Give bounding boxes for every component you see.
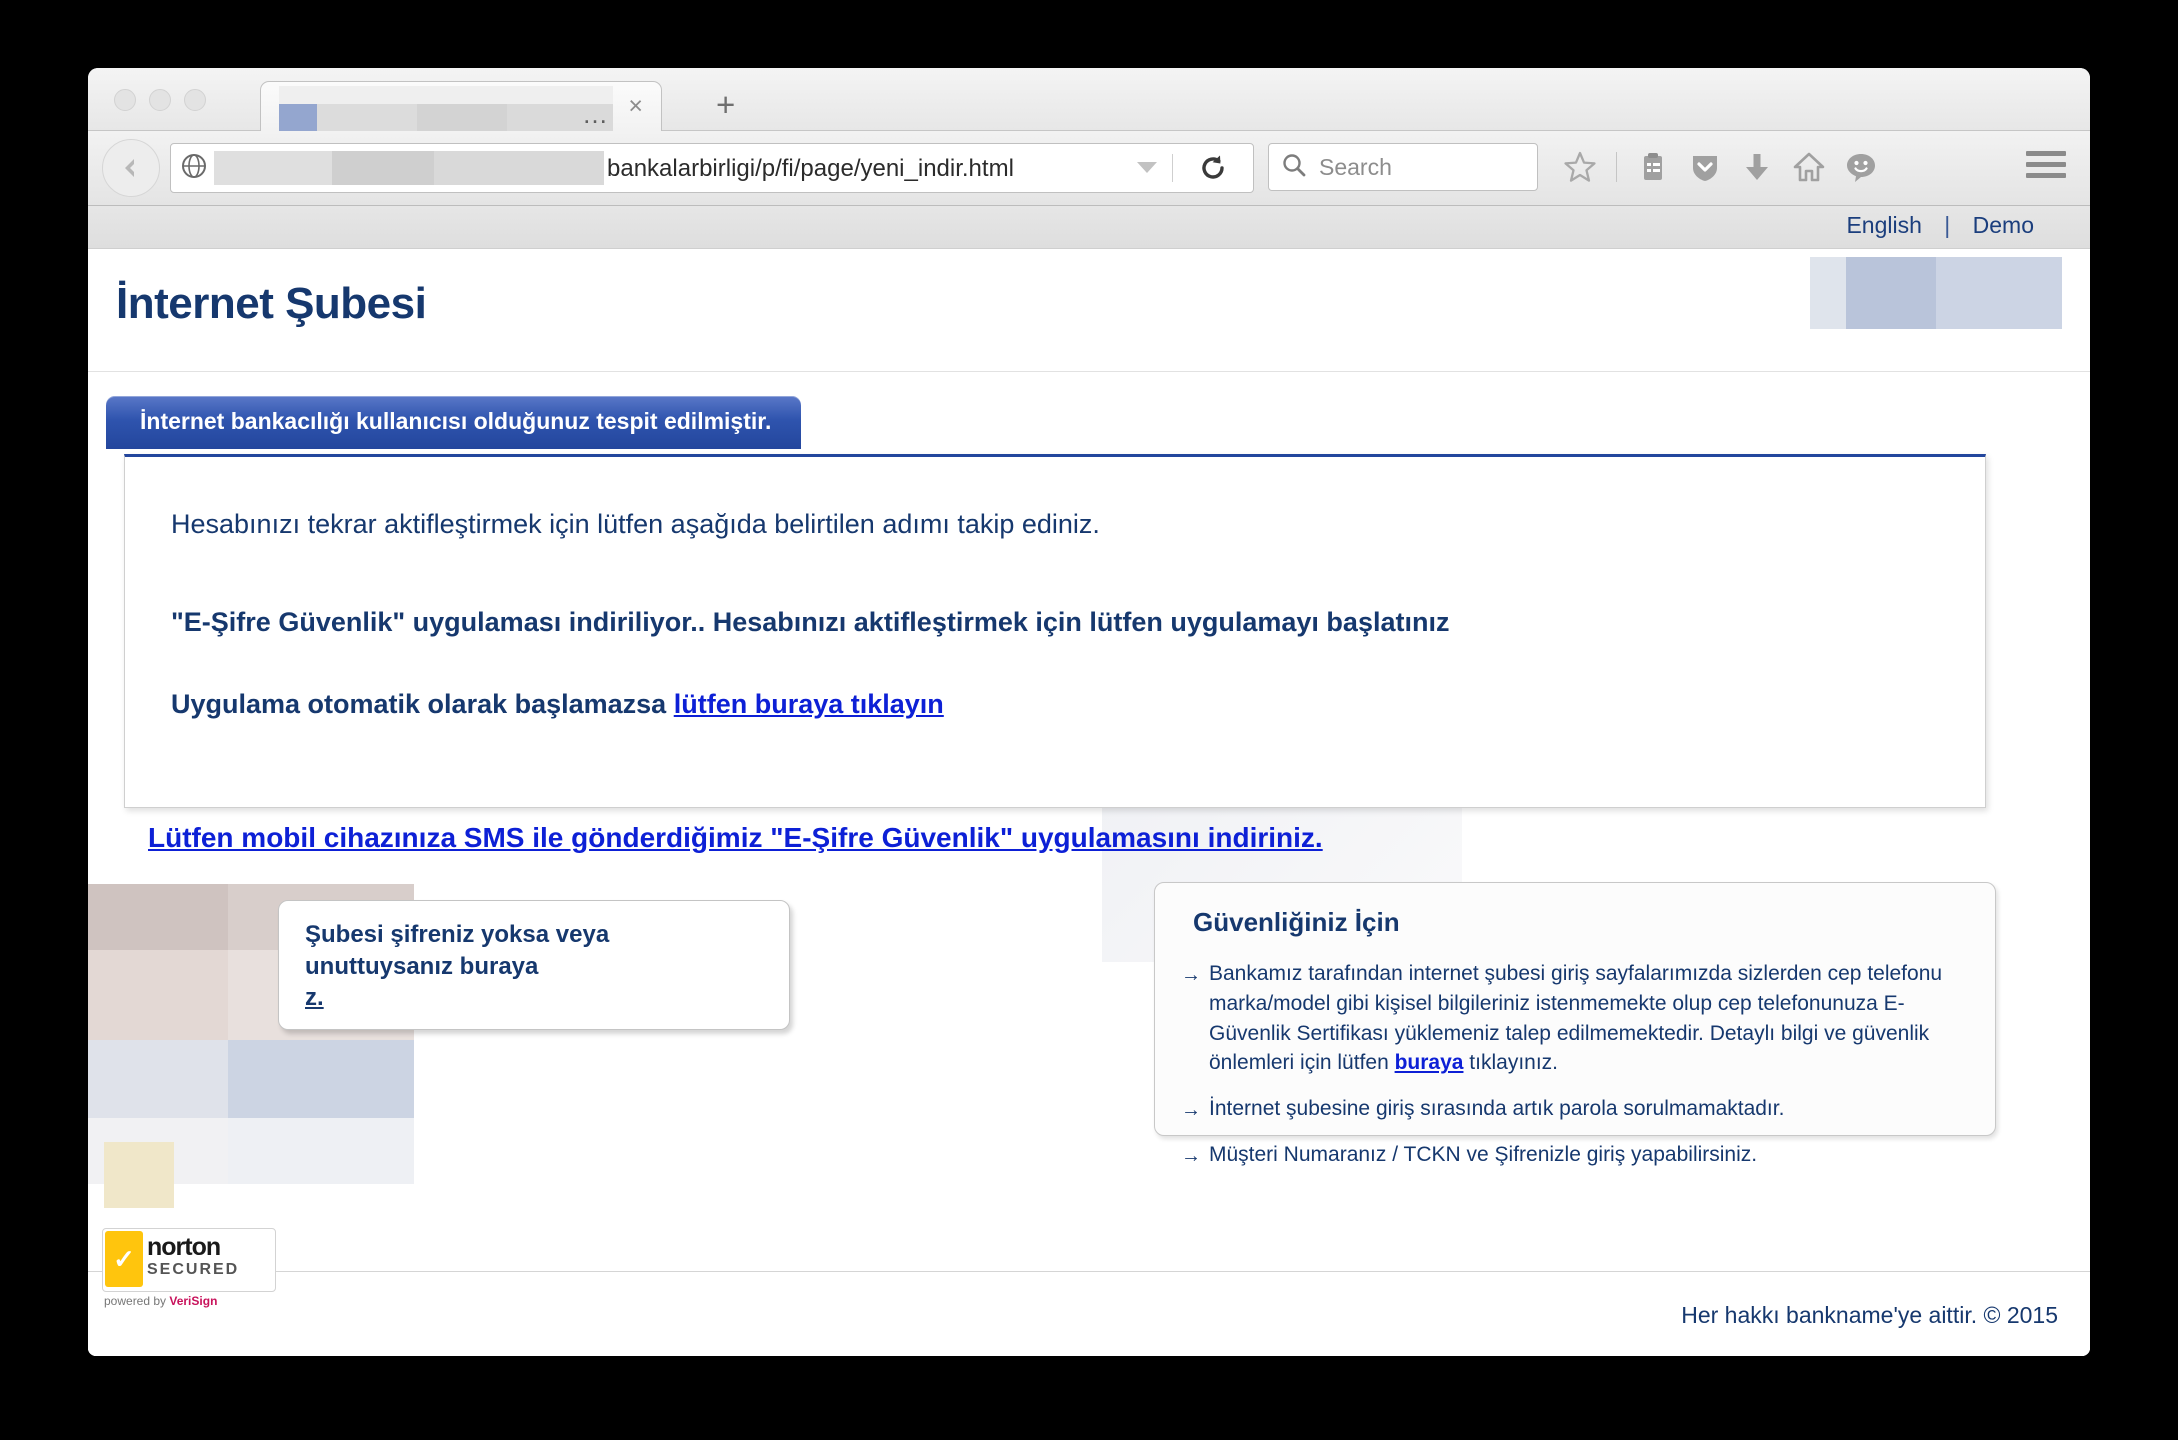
norton-secured-badge: ✓ norton SECURED powered by VeriSign: [102, 1228, 276, 1308]
search-placeholder: Search: [1319, 153, 1392, 180]
page-footer: ✓ norton SECURED powered by VeriSign Her…: [88, 1228, 2090, 1356]
bank-logo-redaction: [1810, 257, 2062, 329]
bullet-arrow-icon: →: [1181, 964, 1201, 986]
url-dropdown-icon[interactable]: [1137, 162, 1157, 173]
verisign-brand: VeriSign: [169, 1294, 218, 1308]
back-arrow-icon: [125, 159, 134, 177]
home-icon[interactable]: [1789, 147, 1829, 187]
password-help-line-2: unuttuysanız buraya: [305, 952, 539, 980]
manual-start-link[interactable]: lütfen buraya tıklayın: [674, 689, 944, 719]
norton-wordmark: norton: [147, 1233, 221, 1261]
page-viewport: English | Demo İnternet Şubesi İnternet …: [88, 206, 2090, 1356]
hamburger-menu-icon[interactable]: [2026, 151, 2066, 184]
navigation-toolbar: bankalarbirligi/p/fi/page/yeni_indir.htm…: [88, 131, 2090, 206]
brand-row: İnternet Şubesi: [88, 249, 2090, 372]
download-arrow-icon[interactable]: [1737, 147, 1777, 187]
pocket-shield-icon[interactable]: [1685, 147, 1725, 187]
english-link[interactable]: English: [1846, 212, 1921, 238]
password-help-callout[interactable]: Şubesi şifreniz yoksa veya unuttuysanız …: [278, 900, 790, 1030]
bullet-arrow-icon: →: [1181, 1145, 1201, 1168]
security-info-item: → İnternet şubesine giriş sırasında artı…: [1179, 1094, 1979, 1124]
tab-strip: … × +: [88, 68, 2090, 146]
copyright-text: Her hakkı bankname'ye aittir. © 2015: [1681, 1302, 2058, 1328]
url-bar[interactable]: bankalarbirligi/p/fi/page/yeni_indir.htm…: [170, 143, 1254, 193]
minimize-window-button[interactable]: [149, 89, 171, 111]
reading-list-icon[interactable]: [1633, 147, 1673, 187]
norton-powered-by: powered by VeriSign: [104, 1294, 217, 1308]
url-redaction: [214, 151, 604, 185]
language-links: English | Demo: [1846, 212, 2034, 239]
back-button[interactable]: [102, 139, 160, 197]
norton-area-redaction: [104, 1142, 174, 1208]
browser-tab[interactable]: … ×: [260, 81, 662, 146]
maximize-window-button[interactable]: [184, 89, 206, 111]
powered-by-text: powered by: [104, 1294, 170, 1308]
page-title: İnternet Şubesi: [116, 279, 427, 328]
site-identity-globe-icon: [181, 153, 207, 184]
new-tab-button[interactable]: +: [716, 88, 735, 121]
security-item-text-after: tıklayınız.: [1463, 1051, 1558, 1075]
intro-text: Hesabınızı tekrar aktifleştirmek için lü…: [171, 509, 1100, 539]
manual-start-text: Uygulama otomatik olarak başlamazsa lütf…: [171, 689, 944, 720]
toolbar-icon-group: [1560, 147, 1881, 187]
bookmark-star-icon[interactable]: [1560, 147, 1600, 187]
window-controls[interactable]: [114, 89, 206, 111]
toolbar-divider: [1616, 152, 1617, 182]
language-separator: |: [1944, 212, 1951, 238]
reload-button[interactable]: [1193, 152, 1233, 184]
download-status-text: "E-Şifre Güvenlik" uygulaması indiriliyo…: [171, 607, 1450, 637]
notice-banner: İnternet bankacılığı kullanıcısı olduğun…: [106, 396, 802, 449]
url-separator: [1172, 154, 1173, 182]
password-help-line-3: z.: [305, 984, 324, 1012]
norton-checkmark-icon: ✓: [105, 1231, 143, 1287]
security-info-box: Güvenliğiniz İçin → Bankamız tarafından …: [1154, 882, 1996, 1167]
security-item-link[interactable]: buraya: [1395, 1051, 1464, 1074]
smiley-feedback-icon[interactable]: [1841, 147, 1881, 187]
main-panel: Hesabınızı tekrar aktifleştirmek için lü…: [124, 454, 1986, 808]
browser-window: … × + bankalarbirligi/p/fi/page/yeni_ind…: [88, 68, 2090, 1356]
search-input[interactable]: Search: [1268, 143, 1538, 191]
reload-icon: [1202, 155, 1224, 179]
page-content: İnternet bankacılığı kullanıcısı olduğun…: [88, 372, 2090, 1356]
security-item-text-before: Müşteri Numaranız / TCKN ve Şifrenizle g…: [1209, 1143, 1758, 1167]
demo-link[interactable]: Demo: [1973, 212, 2034, 238]
language-bar: English | Demo: [88, 206, 2090, 249]
manual-start-prefix: Uygulama otomatik olarak başlamazsa: [171, 689, 674, 719]
security-info-item: → Bankamız tarafından internet şubesi gi…: [1179, 959, 1979, 1078]
tab-overflow-ellipsis: …: [582, 99, 609, 129]
search-icon: [1281, 152, 1307, 183]
tab-title-redaction-top: [279, 86, 613, 104]
security-info-title: Güvenliğiniz İçin: [1193, 907, 1400, 937]
sms-download-link[interactable]: Lütfen mobil cihazınıza SMS ile gönderdi…: [148, 822, 1323, 854]
security-item-text-before: Bankamız tarafından internet şubesi giri…: [1209, 962, 1943, 1075]
password-help-text: Şubesi şifreniz yoksa veya unuttuysanız …: [305, 919, 765, 1014]
security-info-list: → Bankamız tarafından internet şubesi gi…: [1179, 959, 1979, 1186]
bullet-arrow-icon: →: [1181, 1099, 1201, 1122]
norton-secured-label: SECURED: [147, 1261, 240, 1278]
close-tab-icon[interactable]: ×: [628, 92, 643, 121]
url-text: bankalarbirligi/p/fi/page/yeni_indir.htm…: [607, 155, 1014, 182]
security-info-item: → Müşteri Numaranız / TCKN ve Şifrenizle…: [1179, 1140, 1979, 1170]
security-item-text-before: İnternet şubesine giriş sırasında artık …: [1209, 1097, 1785, 1121]
close-window-button[interactable]: [114, 89, 136, 111]
password-help-line-1: Şubesi şifreniz yoksa veya: [305, 921, 610, 948]
